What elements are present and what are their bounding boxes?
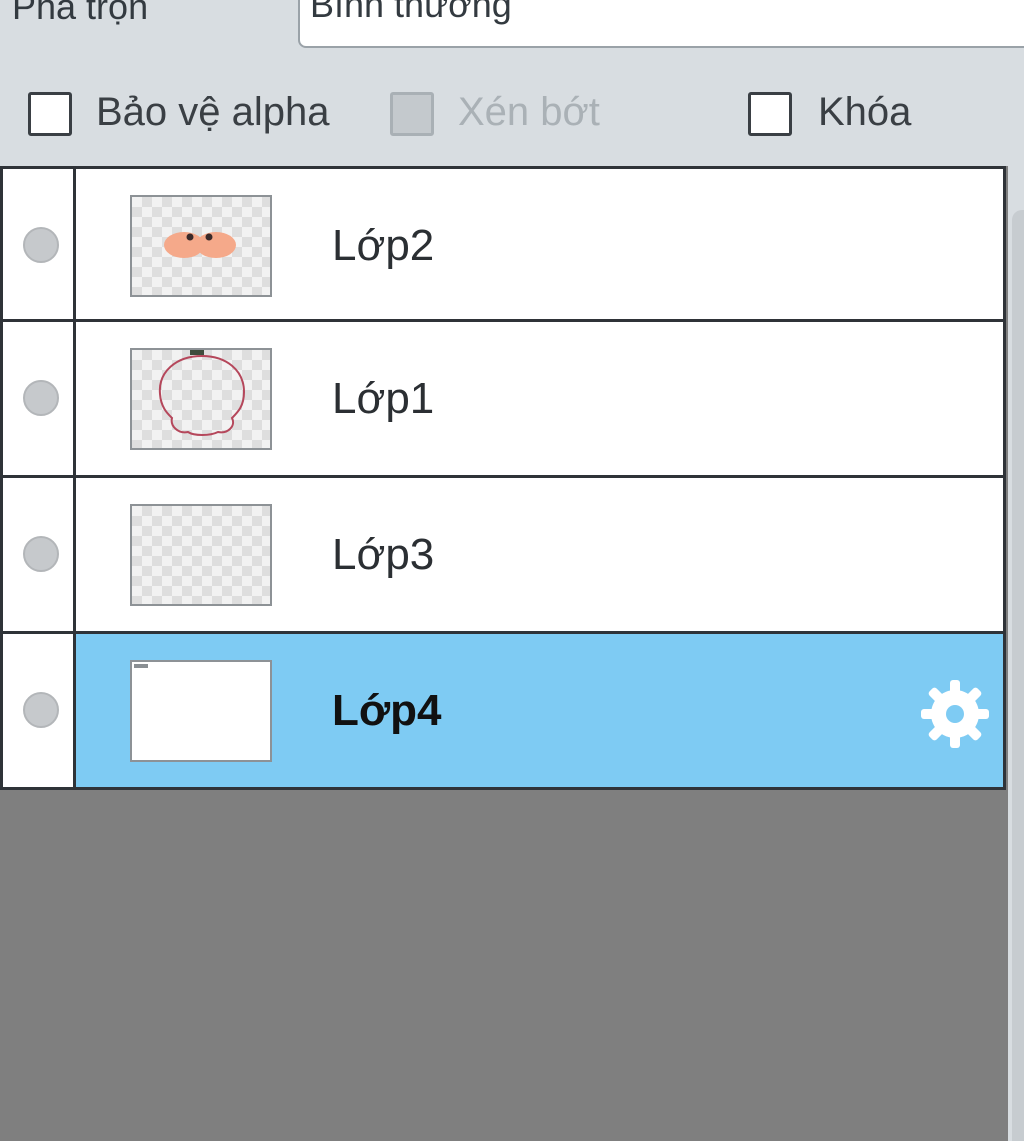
visibility-cell[interactable]: [0, 322, 76, 478]
visibility-dot-icon[interactable]: [23, 536, 59, 572]
layers-panel: Pha trộn Bình thường Bảo vệ alpha Xén bớ…: [0, 0, 1024, 1141]
clip-checkbox: [390, 92, 434, 136]
scrollbar-thumb[interactable]: [1012, 210, 1024, 1141]
blend-mode-value: Bình thường: [310, 0, 512, 25]
layer-options-row: Bảo vệ alpha Xén bớt Khóa: [0, 80, 1024, 152]
layer-name: Lớp2: [332, 221, 435, 270]
protect-alpha-option[interactable]: Bảo vệ alpha: [28, 80, 348, 152]
outline-sketch-thumbnail: [158, 350, 246, 436]
protect-alpha-label: Bảo vệ alpha: [96, 90, 330, 134]
layer-row[interactable]: Lớp1: [0, 322, 1006, 478]
lock-option[interactable]: Khóa: [748, 80, 928, 152]
layer-cell[interactable]: Lớp1: [76, 322, 1006, 478]
blend-mode-select[interactable]: Bình thường: [298, 0, 1024, 48]
visibility-dot-icon[interactable]: [23, 227, 59, 263]
gear-icon[interactable]: [919, 678, 991, 750]
layer-row-selected[interactable]: Lớp4: [0, 634, 1006, 790]
layer-list: Lớp2 Lớp1 Lớp3 Lớp4: [0, 166, 1008, 1141]
visibility-cell[interactable]: [0, 478, 76, 634]
white-thumbnail: [134, 664, 148, 668]
layer-cell[interactable]: Lớp2: [76, 166, 1006, 322]
blend-mode-label: Pha trộn: [12, 0, 149, 27]
lock-label: Khóa: [818, 90, 912, 134]
protect-alpha-checkbox[interactable]: [28, 92, 72, 136]
clip-label: Xén bớt: [458, 90, 600, 134]
visibility-dot-icon[interactable]: [23, 380, 59, 416]
layer-name: Lớp3: [332, 530, 435, 579]
layer-name: Lớp1: [332, 374, 435, 423]
blend-mode-row: Pha trộn Bình thường: [0, 0, 1024, 58]
clip-option: Xén bớt: [390, 80, 620, 152]
layer-thumbnail: [130, 504, 272, 606]
layer-cell[interactable]: Lớp4: [76, 634, 1006, 790]
layer-thumbnail: [130, 348, 272, 450]
lock-checkbox[interactable]: [748, 92, 792, 136]
layer-row[interactable]: Lớp3: [0, 478, 1006, 634]
layer-row[interactable]: Lớp2: [0, 166, 1006, 322]
layer-thumbnail: [130, 660, 272, 762]
orange-shapes-thumbnail: [164, 232, 236, 258]
visibility-cell[interactable]: [0, 166, 76, 322]
layer-cell[interactable]: Lớp3: [76, 478, 1006, 634]
layer-thumbnail: [130, 195, 272, 297]
layer-name: Lớp4: [332, 686, 442, 735]
visibility-dot-icon[interactable]: [23, 692, 59, 728]
visibility-cell[interactable]: [0, 634, 76, 790]
